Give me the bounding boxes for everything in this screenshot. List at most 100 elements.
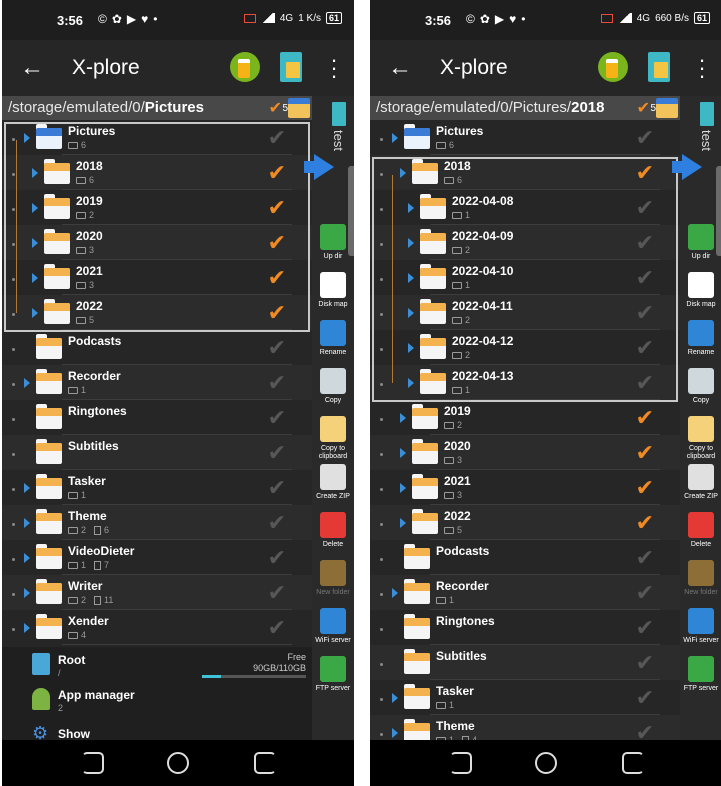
- checkmark-icon[interactable]: ✔: [636, 685, 654, 711]
- expand-arrow-icon[interactable]: [24, 553, 30, 563]
- clipboard-tool[interactable]: Copy to clipboard: [680, 416, 721, 466]
- expand-arrow-icon[interactable]: [24, 518, 30, 528]
- expand-arrow-icon[interactable]: [392, 133, 398, 143]
- file-list[interactable]: Pictures 6 ✔ 2018 6 ✔ 2019 2 ✔ 2020 3 ✔ 2021 3 ✔ 2022 5 ✔…: [2, 120, 312, 740]
- checkmark-icon[interactable]: ✔: [636, 510, 654, 536]
- expand-arrow-icon[interactable]: [400, 413, 406, 423]
- list-item[interactable]: 2022 5 ✔: [370, 505, 680, 540]
- list-item[interactable]: Theme 2 6 ✔: [2, 505, 312, 540]
- file-list[interactable]: Pictures 6 ✔ 2018 6 ✔ 2022-04-08 1 ✔ 2022-04-09 2 ✔…: [370, 120, 680, 740]
- zip-tool[interactable]: Create ZIP: [680, 464, 721, 514]
- list-item[interactable]: 2022-04-12 2 ✔: [370, 330, 680, 365]
- list-item[interactable]: Recorder 1 ✔: [370, 575, 680, 610]
- recent-apps-icon[interactable]: [450, 752, 472, 774]
- list-item[interactable]: Subtitles ✔: [370, 645, 680, 680]
- new-folder-tool[interactable]: New folder: [680, 560, 721, 610]
- list-item[interactable]: 2018 6 ✔: [2, 155, 312, 190]
- list-item[interactable]: 2022-04-11 2 ✔: [370, 295, 680, 330]
- pie-chart-tool[interactable]: Disk map: [312, 272, 354, 322]
- expand-arrow-icon[interactable]: [400, 518, 406, 528]
- up-arrow-tool[interactable]: Up dir: [680, 224, 721, 274]
- root-storage-item[interactable]: Root / Free 90GB/110GB: [2, 647, 312, 682]
- checkmark-icon[interactable]: ✔: [636, 125, 654, 151]
- app-manager-item[interactable]: App manager 2: [2, 682, 312, 717]
- recent-apps-icon[interactable]: [82, 752, 104, 774]
- checkmark-icon[interactable]: ✔: [268, 440, 286, 466]
- checkmark-icon[interactable]: ✔: [268, 615, 286, 641]
- up-arrow-tool[interactable]: Up dir: [312, 224, 354, 274]
- list-item[interactable]: 2020 3 ✔: [2, 225, 312, 260]
- pane-switch-icon[interactable]: [648, 52, 670, 82]
- trash-tool[interactable]: Delete: [312, 512, 354, 562]
- home-icon[interactable]: [167, 752, 189, 774]
- checkmark-icon[interactable]: ✔: [636, 230, 654, 256]
- expand-arrow-icon[interactable]: [32, 273, 38, 283]
- checkmark-icon[interactable]: ✔: [268, 265, 286, 291]
- list-item[interactable]: Tasker 1 ✔: [2, 470, 312, 505]
- expand-arrow-icon[interactable]: [408, 378, 414, 388]
- nav-back-icon[interactable]: [254, 752, 276, 774]
- overflow-menu-icon[interactable]: · · ·: [692, 49, 712, 87]
- checkmark-icon[interactable]: ✔: [636, 545, 654, 571]
- checkmark-icon[interactable]: ✔: [268, 370, 286, 396]
- list-item[interactable]: Recorder 1 ✔: [2, 365, 312, 400]
- list-item[interactable]: Pictures 6 ✔: [2, 120, 312, 155]
- expand-arrow-icon[interactable]: [392, 693, 398, 703]
- checkmark-icon[interactable]: ✔: [268, 160, 286, 186]
- back-arrow-icon[interactable]: ←: [386, 54, 414, 82]
- checkmark-icon[interactable]: ✔: [268, 580, 286, 606]
- zip-tool[interactable]: Create ZIP: [312, 464, 354, 514]
- checkmark-icon[interactable]: ✔: [636, 300, 654, 326]
- checkmark-icon[interactable]: ✔: [636, 160, 654, 186]
- expand-arrow-icon[interactable]: [400, 448, 406, 458]
- list-item[interactable]: Podcasts ✔: [2, 330, 312, 365]
- checkmark-icon[interactable]: ✔: [636, 580, 654, 606]
- nav-back-icon[interactable]: [622, 752, 644, 774]
- expand-arrow-icon[interactable]: [400, 483, 406, 493]
- expand-arrow-icon[interactable]: [408, 203, 414, 213]
- expand-arrow-icon[interactable]: [400, 168, 406, 178]
- checkmark-icon[interactable]: ✔: [268, 335, 286, 361]
- expand-arrow-icon[interactable]: [24, 588, 30, 598]
- list-item[interactable]: 2022-04-13 1 ✔: [370, 365, 680, 400]
- checkmark-icon[interactable]: ✔: [268, 195, 286, 221]
- checkmark-icon[interactable]: ✔: [636, 405, 654, 431]
- expand-arrow-icon[interactable]: [24, 133, 30, 143]
- checkmark-icon[interactable]: ✔: [636, 265, 654, 291]
- list-item[interactable]: Xender 4 ✔: [2, 610, 312, 645]
- list-item[interactable]: 2018 6 ✔: [370, 155, 680, 190]
- expand-arrow-icon[interactable]: [408, 308, 414, 318]
- list-item[interactable]: Ringtones ✔: [370, 610, 680, 645]
- back-arrow-icon[interactable]: ←: [18, 54, 46, 82]
- checkmark-icon[interactable]: ✔: [636, 720, 654, 740]
- checkmark-icon[interactable]: ✔: [268, 230, 286, 256]
- checkmark-icon[interactable]: ✔: [636, 440, 654, 466]
- checkmark-icon[interactable]: ✔: [268, 125, 286, 151]
- list-item[interactable]: Writer 2 11 ✔: [2, 575, 312, 610]
- list-item[interactable]: 2019 2 ✔: [2, 190, 312, 225]
- expand-arrow-icon[interactable]: [24, 378, 30, 388]
- expand-arrow-icon[interactable]: [24, 483, 30, 493]
- expand-arrow-icon[interactable]: [24, 623, 30, 633]
- checkmark-icon[interactable]: ✔: [268, 405, 286, 431]
- list-item[interactable]: VideoDieter 1 7 ✔: [2, 540, 312, 575]
- copy-tool[interactable]: Copy: [680, 368, 721, 418]
- path-bar[interactable]: /storage/emulated/0/Pictures ✔ 5: [2, 96, 312, 120]
- checkmark-icon[interactable]: ✔: [268, 545, 286, 571]
- list-item[interactable]: Ringtones ✔: [2, 400, 312, 435]
- list-item[interactable]: 2022-04-09 2 ✔: [370, 225, 680, 260]
- checkmark-icon[interactable]: ✔: [636, 370, 654, 396]
- expand-arrow-icon[interactable]: [408, 343, 414, 353]
- list-item[interactable]: Tasker 1 ✔: [370, 680, 680, 715]
- pane-switch-icon[interactable]: [280, 52, 302, 82]
- expand-arrow-icon[interactable]: [32, 308, 38, 318]
- list-item[interactable]: Podcasts ✔: [370, 540, 680, 575]
- ftp-tool[interactable]: FTP server: [680, 656, 721, 706]
- wifi-tool[interactable]: WiFi server: [312, 608, 354, 658]
- pie-chart-tool[interactable]: Disk map: [680, 272, 721, 322]
- clipboard-tool[interactable]: Copy to clipboard: [312, 416, 354, 466]
- checkmark-icon[interactable]: ✔: [636, 650, 654, 676]
- checkmark-icon[interactable]: ✔: [636, 615, 654, 641]
- list-item[interactable]: 2022-04-10 1 ✔: [370, 260, 680, 295]
- path-bar[interactable]: /storage/emulated/0/Pictures/2018 ✔ 5: [370, 96, 680, 120]
